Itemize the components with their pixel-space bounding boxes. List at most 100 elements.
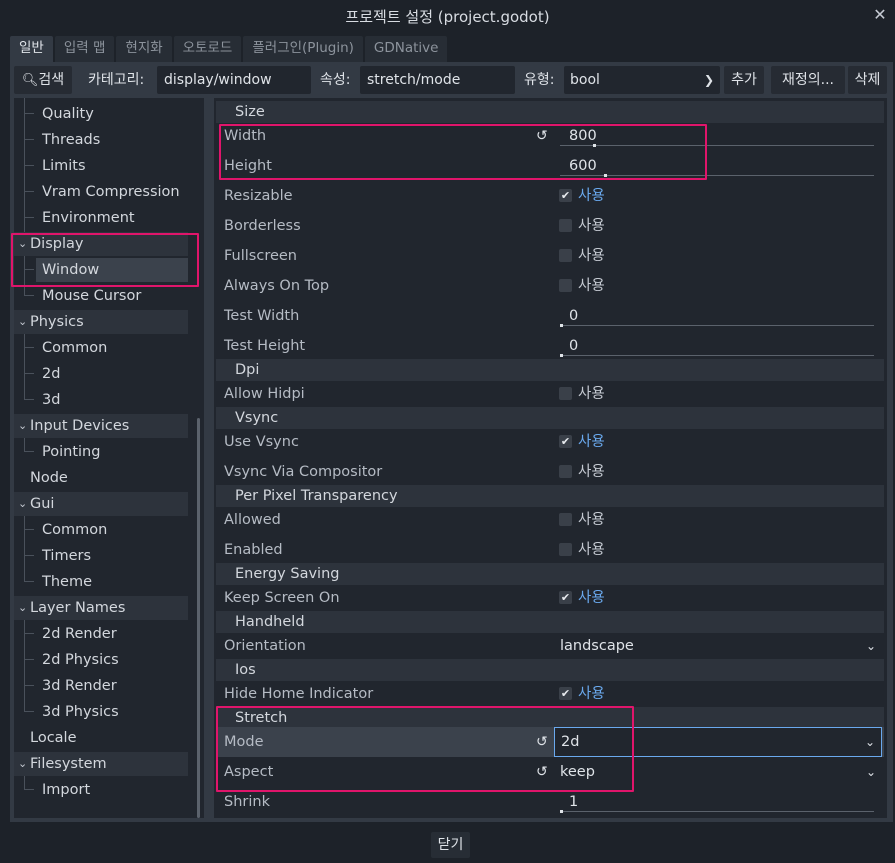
allowed-checkbox[interactable]: 사용 [554,505,884,535]
orientation-label: Orientation [224,638,306,654]
tab-general[interactable]: 일반 [10,36,53,62]
toolbar: 🔍︎검색 카테고리: display/window 속성: stretch/mo… [14,66,887,94]
property-input[interactable]: stretch/mode [360,66,515,94]
tree-item-input-devices[interactable]: Input Devices [30,414,129,438]
tree-item-environment[interactable]: Environment [42,206,135,230]
tree-item-3d[interactable]: 3d [42,388,60,412]
tree-item-common[interactable]: Common [42,336,107,360]
tree-item-2d[interactable]: 2d [42,362,60,386]
shrink-slider[interactable] [560,811,874,812]
checkbox-unchecked-icon [559,219,572,232]
borderless-checkbox[interactable]: 사용 [554,211,884,241]
test-width-slider-grabber[interactable] [560,324,563,327]
test-height-slider[interactable] [560,355,874,356]
tree-item-mouse-cursor[interactable]: Mouse Cursor [42,284,141,308]
section-handheld: Handheld [216,611,884,633]
tree-item-gui-common[interactable]: Common [42,518,107,542]
tree-item-threads[interactable]: Threads [42,128,100,152]
tab-input-map[interactable]: 입력 맵 [54,36,115,62]
tree-item-quality[interactable]: Quality [42,102,94,126]
tree-item-theme[interactable]: Theme [42,570,92,594]
chevron-down-icon[interactable]: ⌄ [18,757,27,770]
tree-item-import[interactable]: Import [42,778,90,802]
tree-item-vram-compression[interactable]: Vram Compression [42,180,180,204]
resizable-checkbox[interactable]: ✔ 사용 [554,181,884,211]
orientation-value: landscape [560,638,634,654]
allow-hidpi-checkbox[interactable]: 사용 [554,379,884,409]
type-select[interactable]: bool ❯ [564,66,720,94]
tree-item-limits[interactable]: Limits [42,154,86,178]
tab-plugins[interactable]: 플러그인(Plugin) [243,36,363,62]
chevron-down-icon[interactable]: ⌄ [18,419,27,432]
use-vsync-checkbox[interactable]: ✔ 사용 [554,427,884,457]
search-button[interactable]: 🔍︎검색 [14,66,72,94]
tree-item-gui[interactable]: Gui [30,492,54,516]
override-button[interactable]: 재정의... [771,66,845,94]
chevron-down-icon[interactable]: ⌄ [18,601,27,614]
tree-item-timers[interactable]: Timers [42,544,91,568]
prop-test-height: Test Height 0 [216,331,884,361]
keep-screen-on-enabled-text: 사용 [578,590,605,606]
section-size-label: Size [235,104,265,120]
test-width-label: Test Width [224,308,300,324]
tree-item-pointing[interactable]: Pointing [42,440,100,464]
borderless-enabled-text: 사용 [578,218,605,234]
chevron-down-icon: ❯ [703,73,714,87]
always-on-top-checkbox[interactable]: 사용 [554,271,884,301]
prop-enabled: Enabled 사용 [216,535,884,565]
tab-bar: 일반 입력 맵 현지화 오토로드 플러그인(Plugin) GDNative [10,36,449,62]
tree-item-2d-physics[interactable]: 2d Physics [42,648,119,672]
tree-item-locale[interactable]: Locale [30,726,77,750]
section-energy-saving: Energy Saving [216,563,884,585]
chevron-down-icon[interactable]: ⌄ [18,497,27,510]
tree-item-layer-names[interactable]: Layer Names [30,596,125,620]
tree-scrollbar[interactable] [197,418,200,818]
hide-home-indicator-label: Hide Home Indicator [224,686,374,702]
chevron-down-icon: ⌄ [865,639,876,653]
enabled-checkbox[interactable]: 사용 [554,535,884,565]
section-handheld-label: Handheld [235,614,305,630]
borderless-label: Borderless [224,218,301,234]
add-button[interactable]: 추가 [724,66,764,94]
shrink-slider-grabber[interactable] [560,810,563,813]
test-height-slider-grabber[interactable] [560,354,563,357]
prop-vsync-via-compositor: Vsync Via Compositor 사용 [216,457,884,487]
tab-autoload[interactable]: 오토로드 [173,36,242,62]
tree-item-physics[interactable]: Physics [30,310,84,334]
fullscreen-checkbox[interactable]: 사용 [554,241,884,271]
checkbox-unchecked-icon [559,465,572,478]
tree-item-3d-physics[interactable]: 3d Physics [42,700,119,724]
tree-item-3d-render[interactable]: 3d Render [42,674,117,698]
vsync-via-compositor-checkbox[interactable]: 사용 [554,457,884,487]
close-icon[interactable]: ✕ [871,6,889,24]
test-width-spinbox[interactable]: 0 [554,301,884,331]
checkbox-unchecked-icon [559,249,572,262]
keep-screen-on-checkbox[interactable]: ✔ 사용 [554,583,884,613]
close-button[interactable]: 닫기 [431,832,470,858]
hide-home-indicator-checkbox[interactable]: ✔ 사용 [554,679,884,709]
test-height-spinbox[interactable]: 0 [554,331,884,361]
checkbox-unchecked-icon [559,387,572,400]
category-label: 카테고리: [88,72,145,88]
tab-localization[interactable]: 현지화 [116,36,172,62]
allow-hidpi-enabled-text: 사용 [578,386,605,402]
category-input[interactable]: display/window [157,66,311,94]
test-width-slider[interactable] [560,325,874,326]
enabled-enabled-text: 사용 [578,542,605,558]
checkbox-checked-icon: ✔ [559,687,572,700]
allowed-label: Allowed [224,512,281,528]
hide-home-indicator-enabled-text: 사용 [578,686,605,702]
highlight-box-size [219,124,707,180]
tab-gdnative[interactable]: GDNative [364,36,448,62]
type-label: 유형: [524,72,555,88]
prop-hide-home-indicator: Hide Home Indicator ✔ 사용 [216,679,884,709]
tree-item-filesystem[interactable]: Filesystem [30,752,107,776]
chevron-down-icon: ⌄ [865,765,876,779]
orientation-select[interactable]: landscape ⌄ [554,631,884,661]
resizable-enabled-text: 사용 [578,188,605,204]
tree-item-node[interactable]: Node [30,466,68,490]
chevron-down-icon[interactable]: ⌄ [18,315,27,328]
property-label: 속성: [320,72,351,88]
tree-item-2d-render[interactable]: 2d Render [42,622,117,646]
delete-button[interactable]: 삭제 [848,66,887,94]
